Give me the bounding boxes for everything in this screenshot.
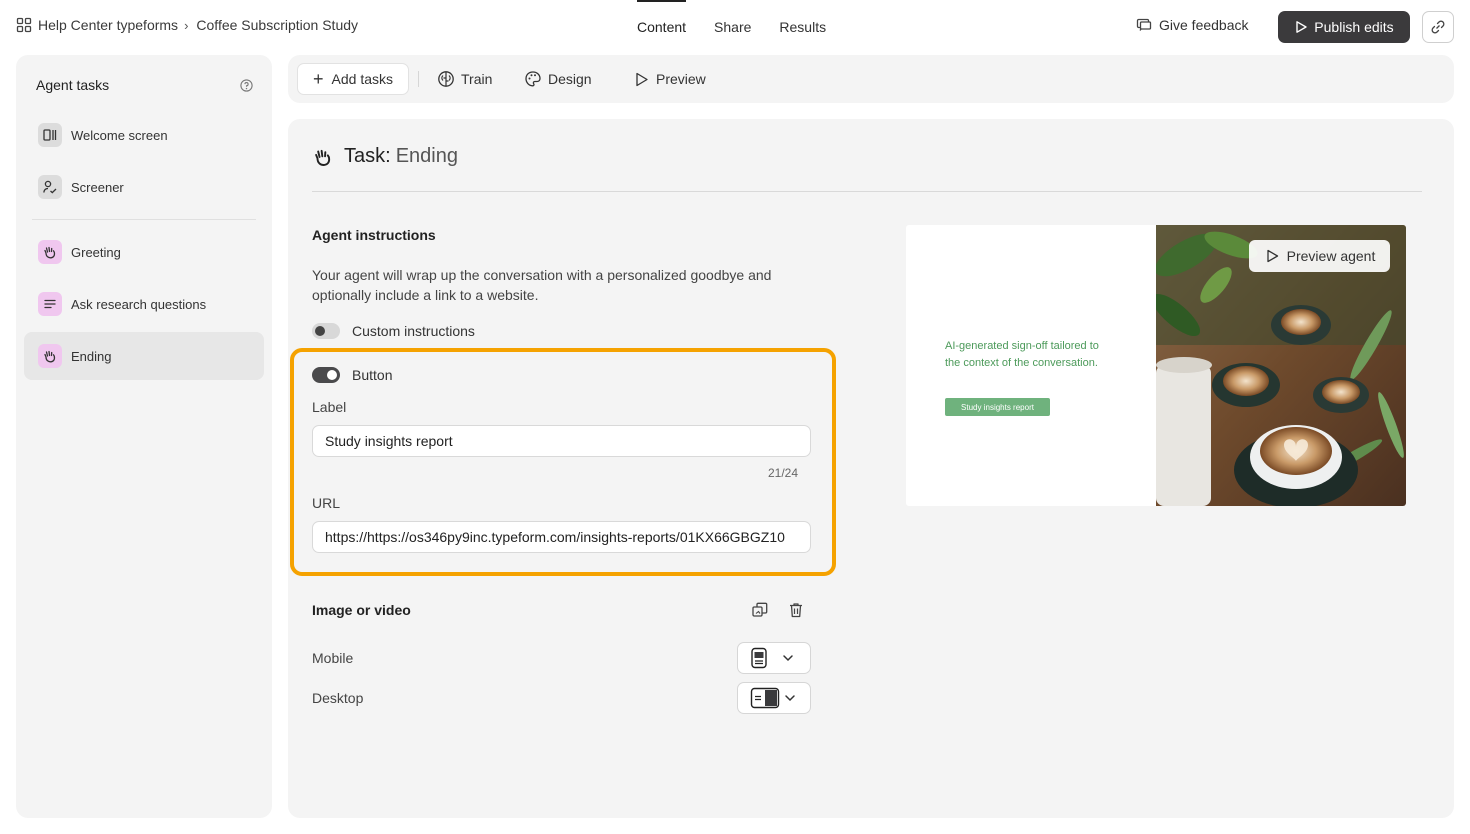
waving-hand-icon <box>315 149 331 166</box>
sidebar-item-label: Ending <box>71 348 112 364</box>
button-toggle[interactable] <box>312 367 340 383</box>
breadcrumb-study[interactable]: Coffee Subscription Study <box>196 17 358 33</box>
page-title: Task: Ending <box>312 145 458 168</box>
preview-agent-button[interactable]: Preview agent <box>1249 240 1390 272</box>
sidebar-item-label: Ask research questions <box>71 296 207 312</box>
link-icon <box>1431 20 1445 34</box>
waving-hand-icon <box>38 240 62 264</box>
user-check-icon <box>38 175 62 199</box>
sidebar-divider <box>32 219 256 220</box>
agent-instructions-description: Your agent will wrap up the conversation… <box>312 267 772 303</box>
design-label: Design <box>548 71 592 87</box>
palette-icon <box>525 71 541 87</box>
grid-icon[interactable] <box>16 17 32 33</box>
mobile-layout-icon <box>751 647 767 669</box>
play-icon <box>636 72 648 86</box>
mobile-label: Mobile <box>312 650 354 666</box>
agent-instructions-heading: Agent instructions <box>312 227 436 243</box>
add-tasks-label: Add tasks <box>331 71 393 87</box>
mobile-layout-select[interactable] <box>737 642 811 674</box>
lines-icon <box>38 292 62 316</box>
train-label: Train <box>461 71 493 87</box>
publish-edits-button[interactable]: Publish edits <box>1278 11 1410 43</box>
preview-cta-button: Study insights report <box>945 398 1050 416</box>
top-bar: Help Center typeforms › Coffee Subscript… <box>0 0 1470 54</box>
tab-content[interactable]: Content <box>637 0 687 54</box>
sidebar-item-screener[interactable]: Screener <box>24 163 264 211</box>
breadcrumb-separator: › <box>184 17 189 33</box>
give-feedback-button[interactable]: Give feedback <box>1136 17 1249 33</box>
custom-instructions-label: Custom instructions <box>352 323 475 339</box>
feedback-icon <box>1136 18 1152 31</box>
plus-icon: + <box>313 69 324 89</box>
button-label-input[interactable]: Study insights report <box>312 425 811 457</box>
tab-share[interactable]: Share <box>714 0 751 54</box>
give-feedback-label: Give feedback <box>1159 17 1249 33</box>
breadcrumb-workspace[interactable]: Help Center typeforms <box>38 17 178 33</box>
sidebar-item-ending[interactable]: Ending <box>24 332 264 380</box>
preview-label: Preview <box>656 71 706 87</box>
custom-instructions-toggle[interactable] <box>312 323 340 339</box>
play-icon <box>1266 249 1278 263</box>
agent-tasks-sidebar: Agent tasks Welcome screen Screener Gree… <box>16 55 272 818</box>
image-or-video-heading: Image or video <box>312 602 411 618</box>
button-toggle-label: Button <box>352 367 393 383</box>
breadcrumb: Help Center typeforms › Coffee Subscript… <box>16 17 358 33</box>
desktop-label: Desktop <box>312 690 364 706</box>
label-character-counter: 21/24 <box>768 466 799 480</box>
task-title-prefix: Task: <box>344 145 391 167</box>
publish-edits-label: Publish edits <box>1314 19 1394 35</box>
trash-icon[interactable] <box>787 601 805 619</box>
sidebar-item-label: Screener <box>71 179 124 195</box>
task-title-name: Ending <box>395 145 458 167</box>
sidebar-title: Agent tasks <box>36 77 110 93</box>
welcome-screen-icon <box>38 123 62 147</box>
sidebar-item-label: Greeting <box>71 244 121 260</box>
add-tasks-button[interactable]: + Add tasks <box>297 63 409 95</box>
task-toolbar: + Add tasks Train Design Preview <box>288 55 1454 103</box>
play-icon <box>1296 21 1307 33</box>
sidebar-item-greeting[interactable]: Greeting <box>24 228 264 276</box>
ending-preview-card: AI-generated sign-off tailored to the co… <box>906 225 1406 506</box>
preview-button[interactable]: Preview <box>633 63 706 95</box>
train-button[interactable]: Train <box>437 63 492 95</box>
waving-hand-icon <box>38 344 62 368</box>
desktop-layout-select[interactable] <box>737 682 811 714</box>
sidebar-item-welcome-screen[interactable]: Welcome screen <box>24 111 264 159</box>
replace-media-icon[interactable] <box>751 601 769 619</box>
sidebar-item-ask-research-questions[interactable]: Ask research questions <box>24 280 264 328</box>
title-divider <box>312 191 1422 192</box>
chevron-down-icon <box>783 655 793 662</box>
brain-icon <box>438 71 454 87</box>
task-editor-panel: Task: Ending Agent instructions Your age… <box>288 119 1454 818</box>
button-url-input[interactable]: https://https://os346py9inc.typeform.com… <box>312 521 811 553</box>
design-button[interactable]: Design <box>524 63 592 95</box>
url-field-label: URL <box>312 495 341 511</box>
preview-sign-off-text: AI-generated sign-off tailored to the co… <box>945 340 1099 369</box>
label-field-label: Label <box>312 399 347 415</box>
sidebar-item-label: Welcome screen <box>71 127 168 143</box>
toolbar-divider <box>418 71 419 87</box>
help-icon[interactable] <box>240 79 253 92</box>
copy-link-button[interactable] <box>1422 11 1454 43</box>
nav-tabs: Content Share Results <box>637 0 854 54</box>
desktop-layout-icon <box>750 687 780 709</box>
preview-agent-label: Preview agent <box>1286 248 1376 264</box>
chevron-down-icon <box>785 695 795 702</box>
tab-results[interactable]: Results <box>779 0 826 54</box>
